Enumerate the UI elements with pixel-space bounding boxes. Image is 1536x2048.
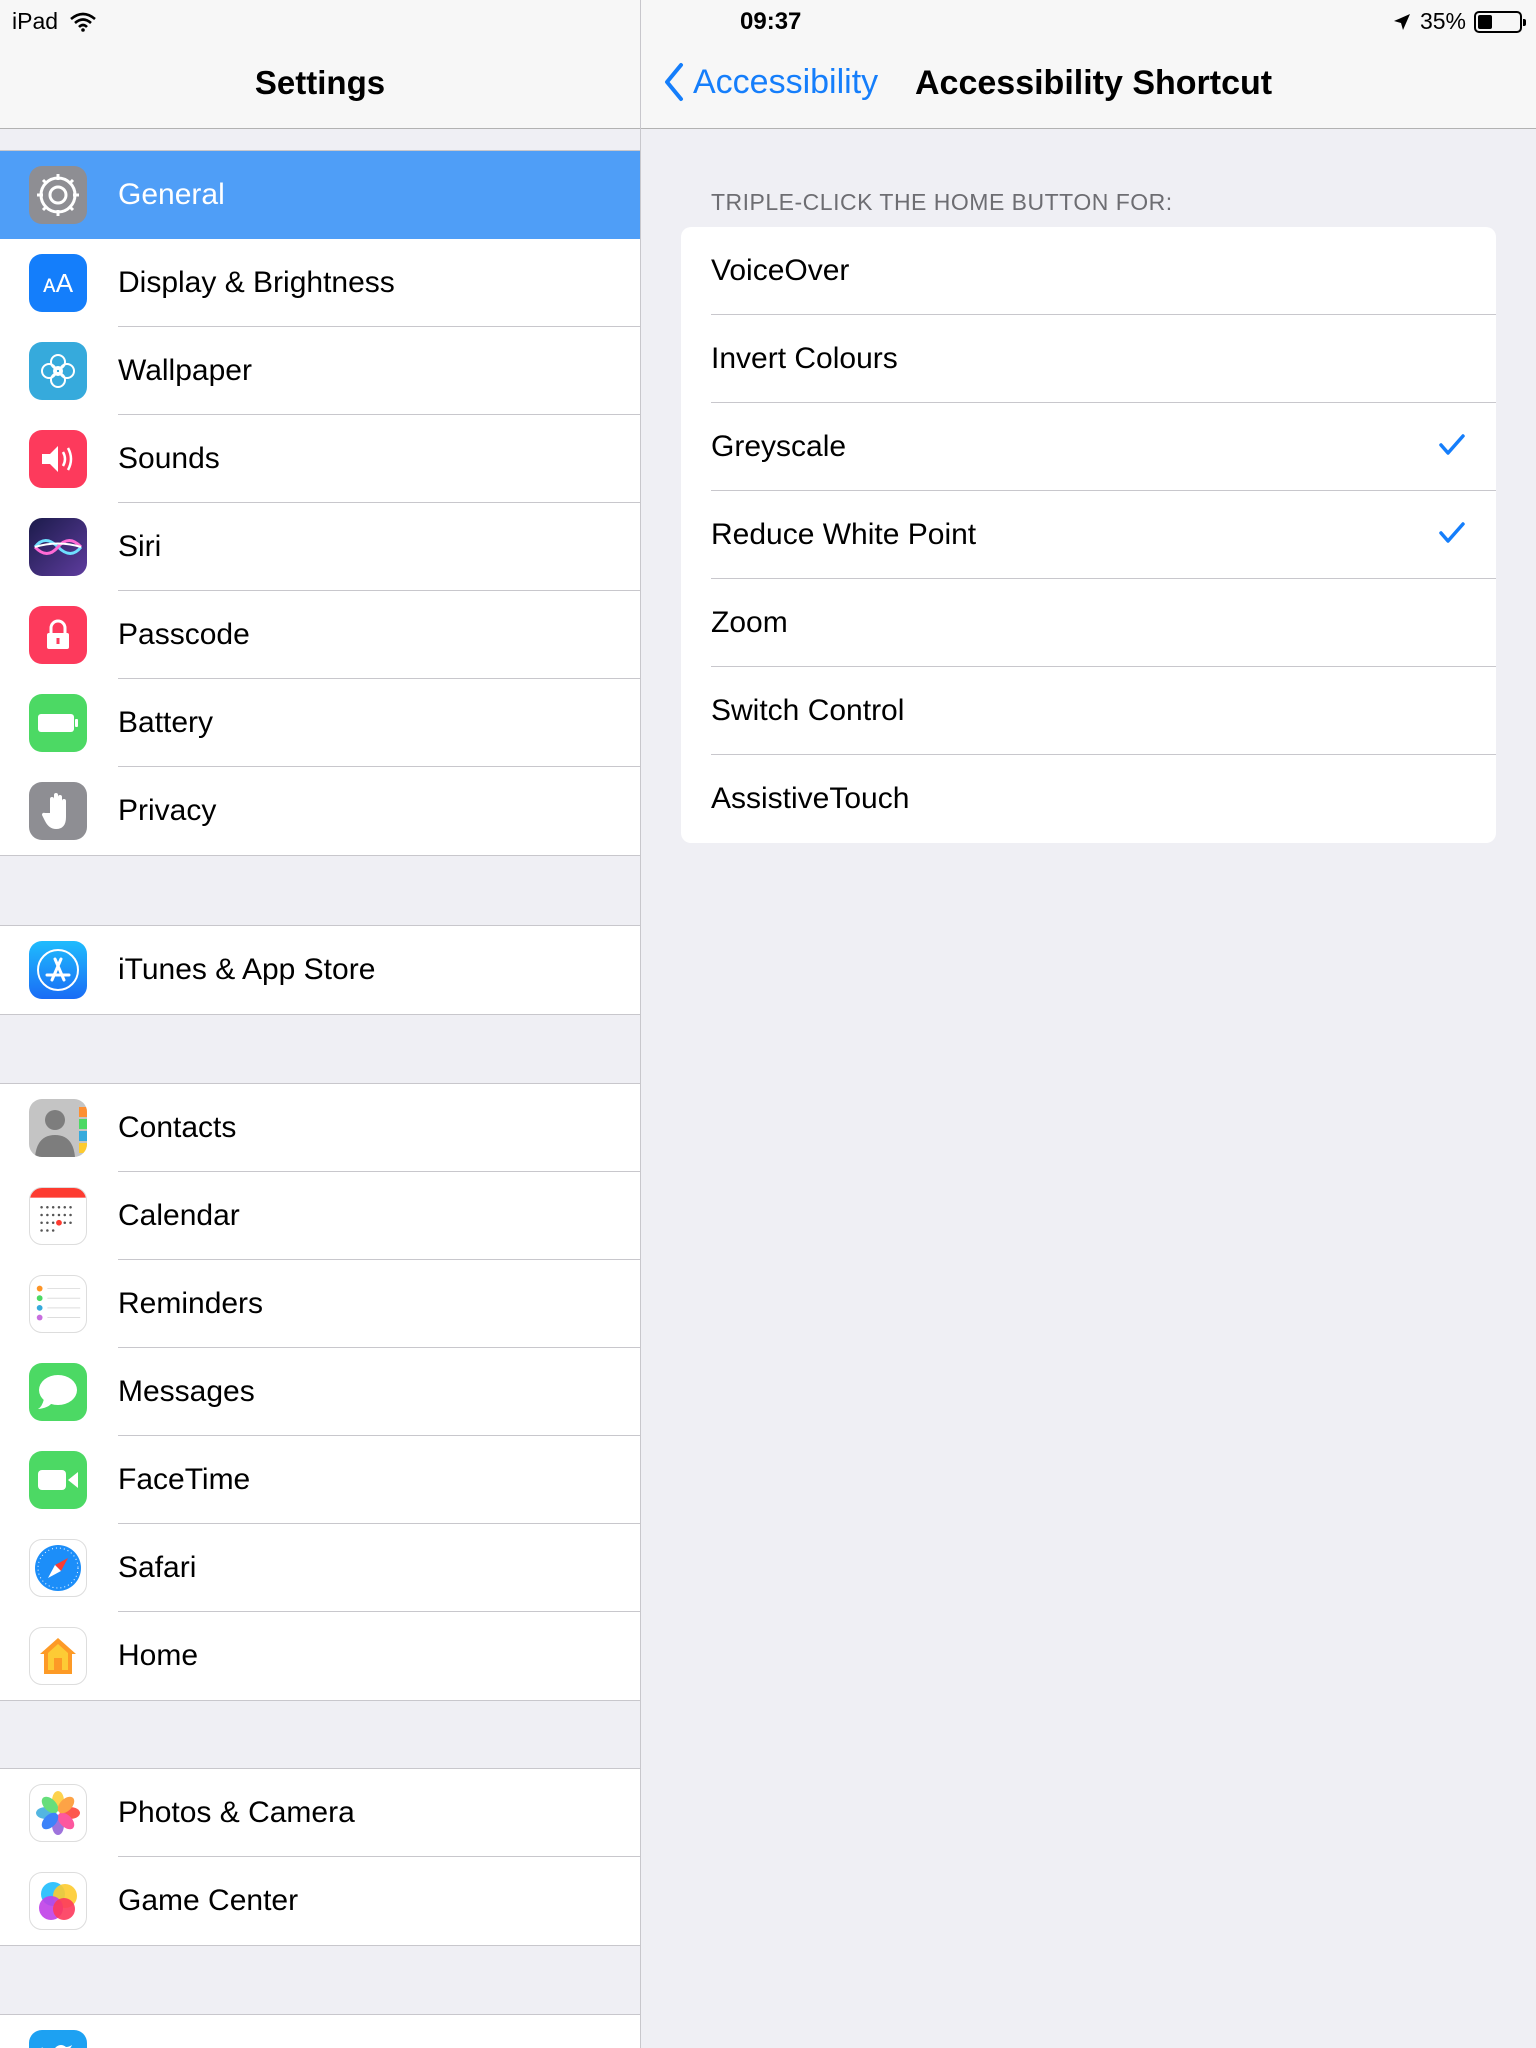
option-voiceover[interactable]: VoiceOver <box>681 227 1496 315</box>
option-label: Invert Colours <box>711 342 898 375</box>
calendar-icon <box>29 1187 87 1245</box>
checkmark-icon <box>1439 434 1465 455</box>
settings-item-label: Contacts <box>118 1111 237 1144</box>
status-bar: iPad 09:37 35% <box>0 0 1536 40</box>
back-button[interactable]: Accessibility <box>663 62 878 102</box>
settings-group-main: General ᴀA Display & Brightness Wallpape… <box>0 150 640 856</box>
flower-icon <box>29 342 87 400</box>
master-pane: Settings General ᴀA Display & Brightness… <box>0 0 640 2048</box>
option-invert-colours[interactable]: Invert Colours <box>681 315 1496 403</box>
reminders-icon <box>29 1275 87 1333</box>
settings-item-label: Battery <box>118 706 214 739</box>
location-arrow-icon <box>1393 13 1410 30</box>
settings-group-accounts <box>0 2014 640 2048</box>
settings-group-media: Photos & Camera Game Center <box>0 1768 640 1946</box>
settings-item-label: FaceTime <box>118 1463 251 1496</box>
settings-item-label: Display & Brightness <box>118 266 395 299</box>
settings-item-label: Privacy <box>118 794 217 827</box>
checkmark-icon <box>1439 522 1465 543</box>
messages-icon <box>29 1363 87 1421</box>
settings-item-label: Calendar <box>118 1199 240 1232</box>
battery-indicator-icon <box>1474 10 1526 33</box>
settings-item-wallpaper[interactable]: Wallpaper <box>0 327 640 415</box>
settings-item-label: Sounds <box>118 442 220 475</box>
settings-item-battery[interactable]: Battery <box>0 679 640 767</box>
detail-title: Accessibility Shortcut <box>915 64 1273 102</box>
settings-item-privacy[interactable]: Privacy <box>0 767 640 855</box>
option-label: Switch Control <box>711 694 905 727</box>
option-label: Zoom <box>711 606 788 639</box>
settings-item-label: iTunes & App Store <box>118 953 376 986</box>
settings-item-siri[interactable]: Siri <box>0 503 640 591</box>
settings-item-label: Photos & Camera <box>118 1796 355 1829</box>
battery-percent: 35% <box>1419 8 1466 34</box>
settings-item-label: Safari <box>118 1551 197 1584</box>
settings-item-calendar[interactable]: Calendar <box>0 1172 640 1260</box>
settings-item-label: Passcode <box>118 618 250 651</box>
settings-item-general[interactable]: General <box>0 151 640 239</box>
app-store-icon <box>29 941 87 999</box>
section-header: TRIPLE-CLICK THE HOME BUTTON FOR: <box>711 189 1173 215</box>
option-reduce-white-point[interactable]: Reduce White Point <box>681 491 1496 579</box>
option-label: Reduce White Point <box>711 518 977 551</box>
option-greyscale[interactable]: Greyscale <box>681 403 1496 491</box>
home-icon <box>29 1627 87 1685</box>
speaker-icon <box>29 430 87 488</box>
safari-icon <box>29 1539 87 1597</box>
contacts-icon <box>29 1099 87 1157</box>
text-size-icon: ᴀA <box>29 254 87 312</box>
settings-item-label: General <box>118 178 225 211</box>
settings-item-label: Wallpaper <box>118 354 252 387</box>
chevron-left-icon <box>665 63 683 101</box>
settings-item-contacts[interactable]: Contacts <box>0 1084 640 1172</box>
option-assistivetouch[interactable]: AssistiveTouch <box>681 755 1496 843</box>
settings-item-label: Siri <box>118 530 162 563</box>
settings-group-apps: Contacts Calendar Reminders Messages Fac… <box>0 1083 640 1701</box>
settings-item-reminders[interactable]: Reminders <box>0 1260 640 1348</box>
settings-item-display-brightness[interactable]: ᴀA Display & Brightness <box>0 239 640 327</box>
settings-item-itunes-app-store[interactable]: iTunes & App Store <box>0 926 640 1014</box>
settings-item-facetime[interactable]: FaceTime <box>0 1436 640 1524</box>
wifi-icon <box>70 12 96 32</box>
settings-item-label: Game Center <box>118 1884 299 1917</box>
option-zoom[interactable]: Zoom <box>681 579 1496 667</box>
facetime-icon <box>29 1451 87 1509</box>
lock-icon <box>29 606 87 664</box>
settings-item-sounds[interactable]: Sounds <box>0 415 640 503</box>
settings-item-passcode[interactable]: Passcode <box>0 591 640 679</box>
settings-item-label: Home <box>118 1639 199 1672</box>
back-button-label: Accessibility <box>693 62 879 101</box>
photos-icon <box>29 1784 87 1842</box>
settings-item-label: Reminders <box>118 1287 264 1320</box>
settings-group-store: iTunes & App Store <box>0 925 640 1015</box>
option-switch-control[interactable]: Switch Control <box>681 667 1496 755</box>
gear-icon <box>29 166 87 224</box>
settings-item-game-center[interactable]: Game Center <box>0 1857 640 1945</box>
shortcut-options-list: VoiceOver Invert Colours Greyscale Reduc… <box>681 227 1496 843</box>
hand-icon <box>29 782 87 840</box>
settings-item-home[interactable]: Home <box>0 1612 640 1700</box>
option-label: AssistiveTouch <box>711 782 910 815</box>
settings-item-safari[interactable]: Safari <box>0 1524 640 1612</box>
settings-item-messages[interactable]: Messages <box>0 1348 640 1436</box>
settings-item-partial[interactable] <box>0 2015 640 2048</box>
option-label: Greyscale <box>711 430 847 463</box>
twitter-icon <box>29 2030 87 2048</box>
device-name: iPad <box>12 8 59 34</box>
clock: 09:37 <box>740 8 802 35</box>
battery-icon <box>29 694 87 752</box>
option-label: VoiceOver <box>711 254 850 287</box>
settings-item-photos-camera[interactable]: Photos & Camera <box>0 1769 640 1857</box>
siri-icon <box>29 518 87 576</box>
page-title: Settings <box>254 64 386 101</box>
split-view-divider <box>640 0 641 2048</box>
settings-item-label: Messages <box>118 1375 255 1408</box>
game-center-icon <box>29 1872 87 1930</box>
